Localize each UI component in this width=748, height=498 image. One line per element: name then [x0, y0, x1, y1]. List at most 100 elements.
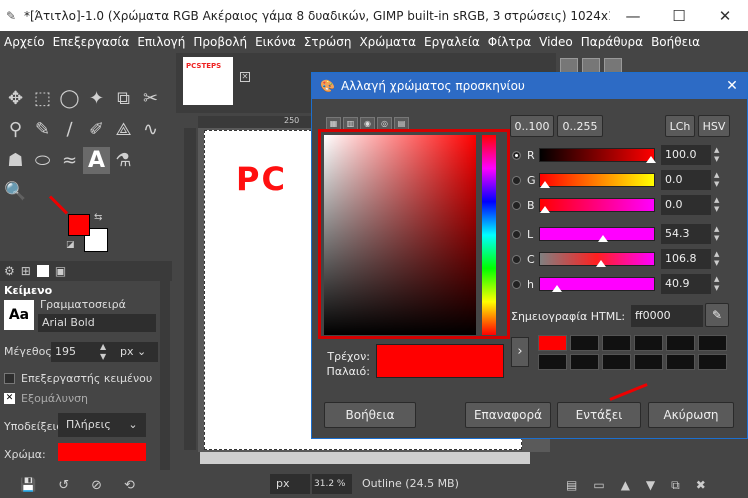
channel-stepper[interactable]: ▲ ▼ [714, 275, 719, 293]
history-swatch[interactable] [666, 354, 695, 370]
channel-value-input[interactable]: 40.9 [661, 274, 711, 294]
channel-slider[interactable] [539, 198, 655, 213]
text-editor-checkbox[interactable]: Επεξεργαστής κειμένου [4, 372, 152, 385]
cancel-button[interactable]: Ακύρωση [648, 402, 734, 428]
delete-preset-icon[interactable]: ⊘ [91, 478, 102, 493]
images-tab-icon[interactable]: ▣ [55, 264, 66, 278]
channel-stepper[interactable]: ▲ ▼ [714, 146, 719, 164]
menu-view[interactable]: Προβολή [193, 35, 247, 49]
menu-select[interactable]: Επιλογή [137, 35, 185, 49]
eraser-icon[interactable]: ✐ [83, 116, 110, 143]
new-layer-icon[interactable]: ▤ [566, 478, 577, 493]
tool-options-scrollbar[interactable] [160, 270, 170, 470]
zoom-select[interactable]: 31.2 % [312, 474, 352, 494]
device-status-tab-icon[interactable]: ⊞ [21, 264, 31, 278]
close-tab-icon[interactable]: ✕ [240, 72, 250, 82]
menu-file[interactable]: Αρχείο [4, 35, 45, 49]
lch-button[interactable]: LCh [665, 115, 695, 137]
menu-tools[interactable]: Εργαλεία [424, 35, 480, 49]
close-button[interactable]: ✕ [702, 0, 748, 31]
channel-slider[interactable] [539, 148, 656, 163]
reset-button[interactable]: Επαναφορά [465, 402, 551, 428]
channel-radio[interactable] [512, 279, 521, 289]
channel-slider[interactable] [539, 252, 655, 267]
fuzzy-select-icon[interactable]: ✦ [83, 85, 110, 112]
channel-stepper[interactable]: ▲ ▼ [714, 250, 719, 268]
add-to-history-icon[interactable]: › [511, 337, 529, 367]
history-swatch[interactable] [538, 335, 567, 351]
scissors-icon[interactable]: ✂ [137, 85, 164, 112]
text-tool-icon[interactable]: A [83, 147, 110, 174]
hsv-button[interactable]: HSV [698, 115, 730, 137]
channel-slider[interactable] [539, 173, 655, 188]
text-color-button[interactable] [58, 443, 146, 461]
history-swatch[interactable] [634, 335, 663, 351]
channel-radio[interactable] [512, 229, 521, 239]
lasso-icon[interactable]: ◯ [56, 85, 83, 112]
lower-layer-icon[interactable]: ▼ [646, 478, 655, 493]
save-preset-icon[interactable]: 💾 [20, 478, 36, 493]
tool-options-tab-icon[interactable]: ⚙ [4, 264, 15, 278]
channel-radio[interactable] [512, 254, 521, 264]
dodge-icon[interactable]: ≈ [56, 147, 83, 174]
bucket-fill-icon[interactable]: ✎ [29, 116, 56, 143]
maximize-button[interactable]: ☐ [656, 0, 702, 31]
paintbrush-icon[interactable]: ∕ [56, 116, 83, 143]
menu-video[interactable]: Video [539, 35, 573, 49]
menu-filters[interactable]: Φίλτρα [488, 35, 531, 49]
history-swatch[interactable] [602, 354, 631, 370]
restore-preset-icon[interactable]: ↺ [58, 478, 69, 493]
history-swatch[interactable] [570, 354, 599, 370]
ellipse-icon[interactable]: ⬭ [29, 147, 56, 174]
size-unit-select[interactable]: px ⌄ [116, 342, 158, 362]
channel-stepper[interactable]: ▲ ▼ [714, 171, 719, 189]
zoom-tool-icon[interactable]: 🔍 [2, 178, 29, 205]
channel-value-input[interactable]: 54.3 [661, 224, 711, 244]
channel-slider[interactable] [539, 227, 655, 242]
swap-colors-icon[interactable]: ⇆ [94, 212, 102, 223]
status-unit-select[interactable]: px [270, 474, 310, 494]
saturation-value-field[interactable] [324, 135, 476, 335]
menu-colors[interactable]: Χρώματα [359, 35, 416, 49]
range-0-100-button[interactable]: 0..100 [510, 115, 554, 137]
eyedropper-icon[interactable]: ✎ [705, 303, 729, 327]
new-group-icon[interactable]: ▭ [593, 478, 604, 493]
history-swatch[interactable] [634, 354, 663, 370]
foreground-color-swatch[interactable] [68, 214, 90, 236]
history-swatch[interactable] [698, 335, 727, 351]
channel-value-input[interactable]: 0.0 [661, 195, 711, 215]
crop-icon[interactable]: ⧉ [110, 85, 137, 112]
duplicate-layer-icon[interactable]: ⧉ [671, 478, 680, 493]
smudge-icon[interactable]: ∿ [137, 116, 164, 143]
reset-colors-icon[interactable]: ◪ [66, 240, 75, 250]
rect-select-icon[interactable]: ⬚ [29, 85, 56, 112]
menu-image[interactable]: Εικόνα [255, 35, 296, 49]
size-stepper[interactable]: ▲ ▼ [100, 342, 106, 362]
channel-value-input[interactable]: 100.0 [661, 145, 711, 165]
channel-radio[interactable] [512, 150, 521, 160]
channel-stepper[interactable]: ▲ ▼ [714, 196, 719, 214]
move-tool-icon[interactable]: ✥ [2, 85, 29, 112]
font-input[interactable]: Arial Bold [38, 314, 156, 332]
hue-strip[interactable] [482, 135, 496, 335]
channel-radio[interactable] [512, 200, 521, 210]
ok-button[interactable]: Εντάξει [557, 402, 641, 428]
menu-edit[interactable]: Επεξεργασία [53, 35, 130, 49]
menu-help[interactable]: Βοήθεια [651, 35, 700, 49]
reset-options-icon[interactable]: ⟲ [124, 478, 135, 493]
channel-value-input[interactable]: 0.0 [661, 170, 711, 190]
channel-radio[interactable] [512, 175, 521, 185]
html-notation-input[interactable]: ff0000 [631, 305, 703, 327]
horizontal-scrollbar[interactable] [200, 452, 530, 464]
history-swatch[interactable] [666, 335, 695, 351]
history-swatch[interactable] [570, 335, 599, 351]
minimize-button[interactable]: — [610, 0, 656, 31]
channel-slider[interactable] [539, 277, 655, 292]
range-0-255-button[interactable]: 0..255 [557, 115, 603, 137]
color-picker-icon[interactable]: ⚗ [110, 147, 137, 174]
menu-windows[interactable]: Παράθυρα [581, 35, 643, 49]
clone-icon[interactable]: ⟁ [110, 116, 137, 143]
history-swatch[interactable] [538, 354, 567, 370]
warp-icon[interactable]: ⚲ [2, 116, 29, 143]
channel-value-input[interactable]: 106.8 [661, 249, 711, 269]
